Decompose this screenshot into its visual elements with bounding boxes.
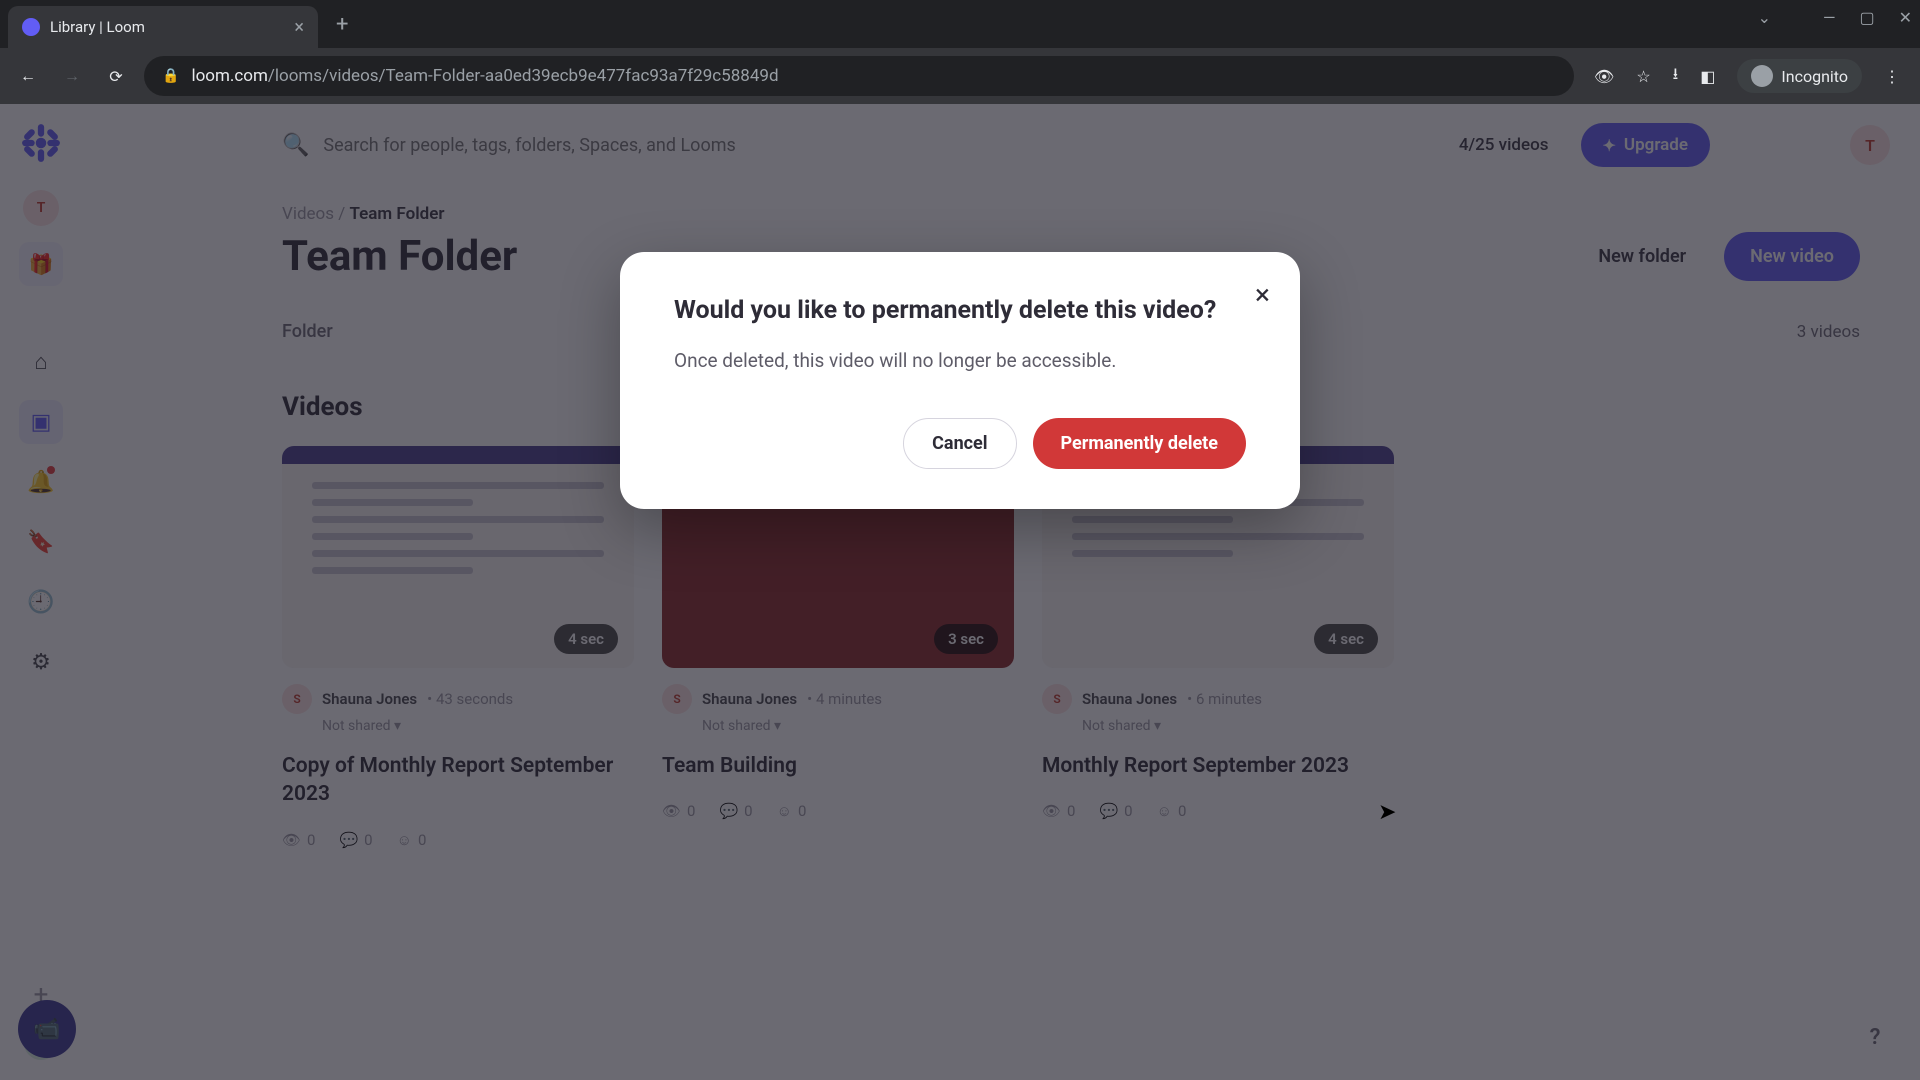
close-modal-button[interactable]: ×: [1255, 278, 1270, 311]
address-bar[interactable]: 🔒 loom.com/looms/videos/Team-Folder-aa0e…: [144, 56, 1574, 96]
downloads-icon[interactable]: ⭳: [1673, 63, 1679, 90]
lock-icon: 🔒: [162, 68, 179, 84]
url-bar: ← → ⟳ 🔒 loom.com/looms/videos/Team-Folde…: [0, 48, 1920, 104]
close-window-icon[interactable]: ✕: [1899, 8, 1912, 27]
new-tab-button[interactable]: +: [336, 12, 348, 37]
window-controls: ⌄ — ▢ ✕: [1758, 8, 1912, 27]
incognito-icon: [1751, 65, 1773, 87]
delete-confirm-dialog: × Would you like to permanently delete t…: [620, 252, 1300, 509]
url-text: loom.com/looms/videos/Team-Folder-aa0ed3…: [191, 66, 778, 86]
tab-bar: Library | Loom × +: [0, 0, 1920, 48]
modal-actions: Cancel Permanently delete: [674, 418, 1246, 469]
loom-favicon-icon: [22, 18, 40, 36]
tab-title: Library | Loom: [50, 18, 284, 36]
incognito-label: Incognito: [1781, 67, 1848, 86]
modal-overlay[interactable]: × Would you like to permanently delete t…: [0, 104, 1920, 1080]
app-container: T 🎁 ⌂ ▣ 🔔 🔖 🕘 ⚙ + A 🔍 4/25 videos ✦ Upgr…: [0, 104, 1920, 1080]
eye-off-icon[interactable]: 👁: [1594, 67, 1614, 86]
forward-button[interactable]: →: [56, 60, 88, 92]
browser-tab[interactable]: Library | Loom ×: [8, 6, 318, 48]
url-actions: 👁 ☆ ⭳ ◧ Incognito ⋮: [1586, 59, 1908, 93]
cancel-button[interactable]: Cancel: [903, 418, 1016, 469]
modal-title: Would you like to permanently delete thi…: [674, 296, 1246, 325]
bookmark-star-icon[interactable]: ☆: [1636, 67, 1650, 86]
tab-dropdown-icon[interactable]: ⌄: [1758, 8, 1771, 27]
incognito-badge[interactable]: Incognito: [1737, 59, 1862, 93]
browser-chrome: Library | Loom × + ⌄ — ▢ ✕ ← → ⟳ 🔒 loom.…: [0, 0, 1920, 104]
minimize-icon[interactable]: —: [1823, 8, 1836, 27]
permanently-delete-button[interactable]: Permanently delete: [1033, 418, 1246, 469]
kebab-menu-icon[interactable]: ⋮: [1884, 67, 1900, 86]
maximize-icon[interactable]: ▢: [1859, 8, 1874, 27]
back-button[interactable]: ←: [12, 60, 44, 92]
extensions-icon[interactable]: ◧: [1700, 67, 1715, 86]
reload-button[interactable]: ⟳: [100, 60, 132, 92]
close-tab-icon[interactable]: ×: [294, 17, 304, 38]
modal-body: Once deleted, this video will no longer …: [674, 349, 1246, 372]
